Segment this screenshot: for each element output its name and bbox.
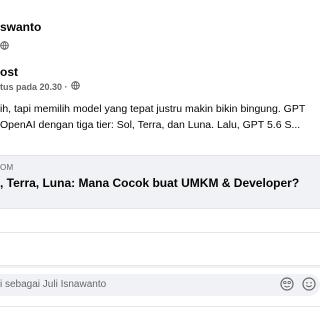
shared-post-body-line-1: ih, tapi memilih model yang tepat justru… [0, 103, 306, 115]
globe-icon [0, 37, 9, 55]
shared-post-body-line-2[interactable]: OpenAI dengan tiga tier: Sol, Terra, dan… [0, 117, 320, 133]
post-author-text[interactable]: swanto [0, 20, 41, 34]
post-header [0, 0, 320, 56]
shared-post-meta: tus pada 20.30 · [0, 81, 80, 92]
link-preview-title[interactable]: , Terra, Luna: Mana Cocok buat UMKM & De… [0, 176, 299, 190]
divider [0, 232, 320, 233]
shared-post-author-name[interactable]: ost [0, 65, 18, 79]
shared-post-timestamp[interactable]: tus pada 20.30 · [0, 82, 68, 92]
bottom-divider [0, 306, 320, 307]
link-preview-domain: OM [0, 163, 14, 172]
sticker-icon[interactable] [302, 277, 316, 291]
post-author-name[interactable]: swanto [0, 20, 41, 34]
globe-icon [70, 81, 80, 92]
emoji-icon[interactable] [280, 277, 294, 291]
comment-placeholder[interactable]: i sebagai Juli Isnawanto [0, 279, 106, 290]
shared-post-body: ih, tapi memilih model yang tepat justru… [0, 101, 320, 133]
